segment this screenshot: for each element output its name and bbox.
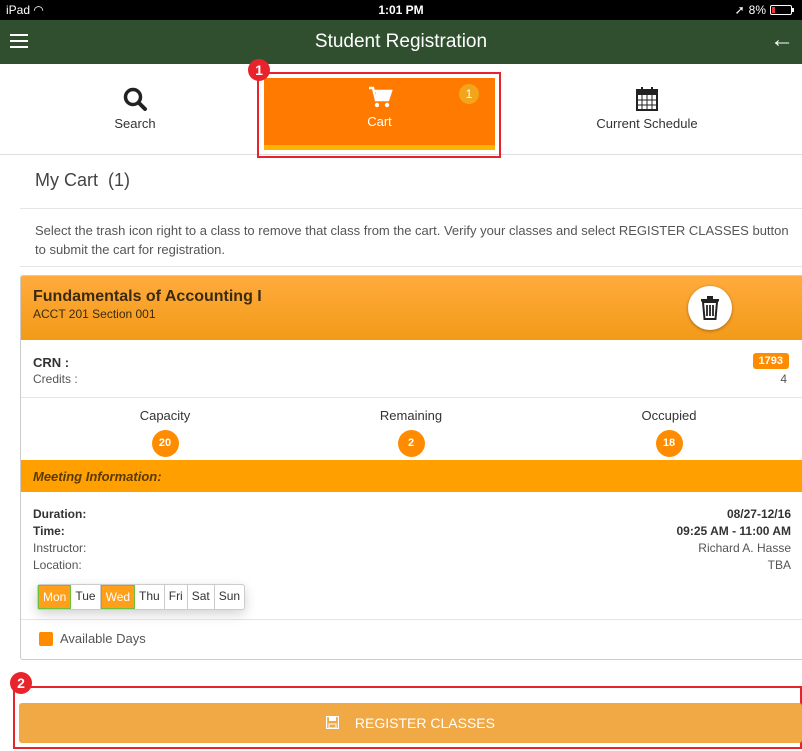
time-value: 09:25 AM - 11:00 AM — [676, 524, 792, 538]
tab-search-label: Search — [114, 116, 156, 131]
crn-badge: 1793 — [752, 353, 789, 369]
duration-row: Duration: 08/27-12/16 — [33, 507, 791, 523]
instructor-row: Instructor: Richard A. Hasse — [33, 541, 791, 557]
occupied-value: 18 — [655, 430, 683, 457]
meeting-info-header: Meeting Information: — [21, 460, 802, 492]
remaining-stat: Remaining 2 — [351, 408, 471, 457]
save-icon — [326, 716, 340, 730]
crn-label: CRN : — [33, 355, 70, 370]
location-value: TBA — [767, 558, 791, 572]
weekday-selector: Mon Tue Wed Thu Fri Sat Sun — [37, 584, 246, 610]
annotation-box-cart — [257, 72, 501, 158]
search-icon — [50, 86, 220, 116]
occupied-label: Occupied — [641, 408, 697, 423]
cart-instructions: Select the trash icon right to a class t… — [35, 223, 789, 257]
day-sat: Sat — [188, 585, 215, 609]
tab-search[interactable]: Search — [50, 80, 220, 148]
calendar-icon — [562, 86, 732, 116]
day-mon: Mon — [38, 585, 72, 609]
course-card: Fundamentals of Accounting I ACCT 201 Se… — [20, 275, 802, 660]
course-code: ACCT 201 Section 001 — [33, 307, 156, 321]
legend-swatch — [39, 631, 53, 646]
day-thu: Thu — [135, 585, 165, 609]
legend-label: Available Days — [60, 631, 146, 646]
battery-icon — [770, 5, 794, 15]
capacity-value: 20 — [151, 430, 179, 457]
app-header: Student Registration ← — [0, 20, 802, 64]
annotation-marker-2: 2 — [10, 672, 32, 694]
cart-count: (1) — [108, 170, 131, 190]
course-name: Fundamentals of Accounting I — [33, 288, 262, 305]
duration-label: Duration: — [33, 507, 87, 521]
capacity-stat: Capacity 20 — [105, 408, 225, 457]
day-fri: Fri — [165, 585, 188, 609]
back-arrow-icon[interactable]: ← — [770, 26, 794, 56]
time-row: Time: 09:25 AM - 11:00 AM — [33, 524, 791, 540]
day-tue: Tue — [71, 585, 101, 609]
clock: 1:01 PM — [378, 3, 424, 17]
course-card-header: Fundamentals of Accounting I ACCT 201 Se… — [21, 276, 802, 340]
register-classes-button[interactable]: REGISTER CLASSES — [19, 703, 802, 743]
meeting-info-body: Duration: 08/27-12/16 Time: 09:25 AM - 1… — [21, 492, 802, 620]
tab-schedule-label: Current Schedule — [596, 116, 698, 131]
register-classes-label: REGISTER CLASSES — [354, 715, 495, 731]
cart-title: My Cart — [35, 170, 98, 190]
trash-icon — [701, 296, 719, 320]
remaining-label: Remaining — [379, 408, 443, 423]
instructor-value: Richard A. Hasse — [698, 541, 791, 555]
day-wed: Wed — [100, 585, 136, 609]
time-label: Time: — [33, 524, 65, 538]
divider — [20, 266, 802, 267]
tab-current-schedule[interactable]: Current Schedule — [562, 80, 732, 148]
location-row: Location: TBA — [33, 558, 791, 574]
location-label: Location: — [33, 558, 82, 572]
day-sun: Sun — [218, 589, 241, 603]
occupied-stat: Occupied 18 — [609, 408, 729, 457]
battery-status: ➚ 8% — [734, 3, 794, 17]
crn-section: CRN : Credits : 1793 4 — [21, 340, 802, 398]
remove-class-button[interactable] — [688, 286, 732, 330]
location-icon: ➚ — [734, 3, 745, 17]
divider — [20, 208, 802, 209]
duration-value: 08/27-12/16 — [726, 507, 791, 521]
page-title: Student Registration — [314, 31, 488, 52]
cart-heading: My Cart (1) — [35, 170, 130, 191]
battery-percent: 8% — [748, 3, 766, 17]
remaining-value: 2 — [397, 430, 425, 457]
available-days-legend: Available Days — [39, 631, 146, 646]
instructor-label: Instructor: — [33, 541, 87, 555]
enrollment-stats: Capacity 20 Remaining 2 Occupied 18 — [21, 398, 802, 460]
capacity-label: Capacity — [139, 408, 191, 423]
credits-value: 4 — [780, 372, 787, 386]
status-bar: iPad ◠ 1:01 PM ➚ 8% — [0, 0, 802, 20]
meeting-info-title: Meeting Information: — [33, 469, 162, 484]
annotation-marker-1: 1 — [248, 59, 270, 81]
credits-label: Credits : — [33, 372, 78, 386]
